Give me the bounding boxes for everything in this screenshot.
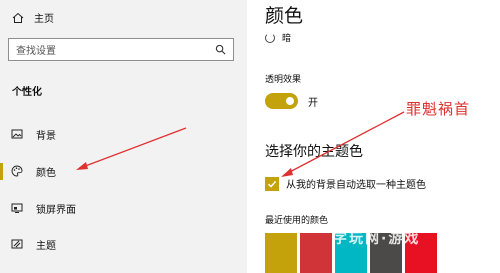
sidebar-item-label: 主题 <box>36 240 56 252</box>
checkmark-icon <box>267 180 277 188</box>
sidebar-item-colors[interactable]: 颜色 <box>0 158 247 184</box>
auto-pick-checkbox[interactable] <box>265 176 279 191</box>
sidebar-item-label: 锁屏界面 <box>36 204 76 216</box>
radio-button[interactable] <box>265 32 275 43</box>
theme-icon <box>11 239 23 249</box>
transparency-label: 透明效果 <box>265 75 302 85</box>
palette-icon <box>11 165 23 177</box>
home-link[interactable]: 主页 <box>12 10 54 25</box>
sidebar-item-themes[interactable]: 主题 <box>0 231 247 257</box>
sidebar-item-lock-screen[interactable]: 锁屏界面 <box>0 195 247 221</box>
transparency-toggle[interactable] <box>265 93 298 109</box>
annotation-text: 罪魁祸首 <box>406 100 471 118</box>
transparency-toggle-row: 开 <box>265 93 318 109</box>
auto-pick-accent-option[interactable]: 从我的背景自动选取一种主题色 <box>265 176 426 191</box>
section-title: 个性化 <box>12 87 42 98</box>
page-title: 颜色 <box>265 5 304 27</box>
accent-color-title: 选择你的主题色 <box>265 144 363 160</box>
toggle-state-label: 开 <box>308 97 318 109</box>
color-swatch[interactable] <box>265 233 297 273</box>
home-icon <box>12 12 24 23</box>
auto-pick-label: 从我的背景自动选取一种主题色 <box>286 180 426 191</box>
sidebar-item-label: 背景 <box>36 130 56 142</box>
search-input[interactable]: 查找设置 <box>8 38 234 61</box>
lock-screen-icon <box>11 203 23 213</box>
color-swatch[interactable] <box>300 233 332 273</box>
search-placeholder: 查找设置 <box>16 46 56 57</box>
search-icon[interactable] <box>215 44 226 55</box>
dark-option-label: 暗 <box>282 34 292 44</box>
sidebar-item-background[interactable]: 背景 <box>0 121 247 147</box>
home-label: 主页 <box>34 14 54 25</box>
settings-sidebar: 主页 查找设置 个性化 背景 颜色 锁屏界面 主题 <box>0 0 247 273</box>
sidebar-item-label: 颜色 <box>36 167 56 179</box>
recent-colors-label: 最近使用的颜色 <box>265 216 329 226</box>
dark-mode-option[interactable]: 暗 <box>265 31 291 44</box>
picture-icon <box>11 129 23 139</box>
watermark: 字玩网·游戏 <box>333 231 421 247</box>
